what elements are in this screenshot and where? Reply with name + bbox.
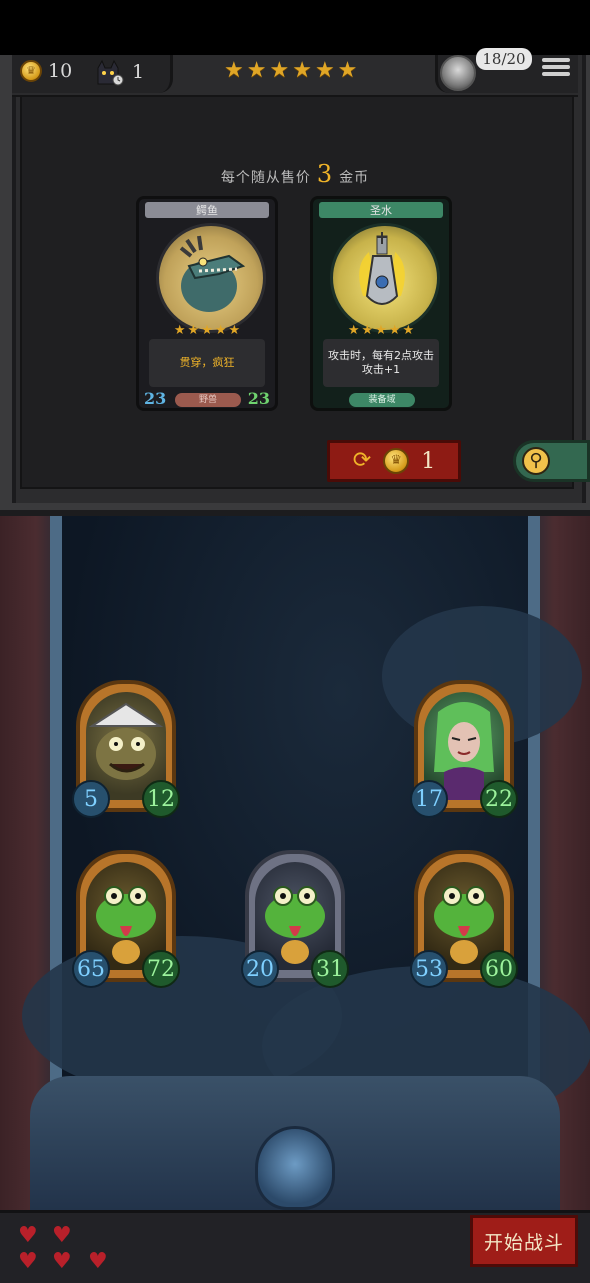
star-icon: ★ [201, 323, 213, 338]
card-tribe-tag: 野兽 [175, 393, 241, 407]
shop-panel [0, 55, 590, 516]
cat-amount: 1 [132, 61, 145, 83]
heart-icon: ♥ [52, 1249, 72, 1274]
star-icon: ★ [314, 58, 335, 83]
board-unit-medusa[interactable]: 17 22 [410, 680, 518, 818]
unit-health: 31 [311, 950, 349, 988]
board-unit-frog[interactable]: 65 72 [72, 850, 180, 988]
cat-counter: 1 [94, 58, 144, 86]
refresh-shop-button[interactable]: ⟳ 1 [327, 440, 461, 482]
gold-amount: 10 [48, 60, 73, 82]
card-type-tag: 装备域 [349, 393, 415, 407]
shop-card-crocodile[interactable]: 鳄鱼 ★ ★ ★ ★ ★ 贯穿，疯狂 野兽 23 23 [136, 196, 278, 411]
price-suffix: 金币 [339, 170, 370, 186]
card-description: 攻击时，每有2点攻击攻击+1 [323, 339, 439, 387]
board-unit-frog[interactable]: 20 31 [241, 850, 349, 988]
card-title: 鳄鱼 [196, 204, 218, 217]
heart-icon: ♥ [52, 1223, 72, 1248]
unit-health: 72 [142, 950, 180, 988]
gold-crown-coin-icon [20, 60, 42, 82]
star-icon: ★ [292, 58, 312, 83]
card-description: 贯穿，疯狂 [149, 339, 265, 387]
unit-attack: 5 [72, 780, 110, 818]
holy-water-portrait [330, 223, 440, 333]
star-icon: ★ [228, 323, 241, 338]
heart-icon: ♥ [18, 1223, 38, 1248]
shop-tray [20, 95, 574, 489]
board-unit-frog[interactable]: 53 60 [410, 850, 518, 988]
unit-health: 22 [480, 780, 518, 818]
eye-gem-ornament [255, 1126, 335, 1210]
star-icon: ★ [347, 323, 360, 338]
heart-icon: ♥ [88, 1249, 108, 1274]
unit-attack: 53 [410, 950, 448, 988]
search-icon: ⚲ [522, 447, 550, 475]
status-bar [0, 0, 590, 55]
unit-attack: 65 [72, 950, 110, 988]
unit-health: 12 [142, 780, 180, 818]
unit-attack: 20 [241, 950, 279, 988]
card-attack: 23 [144, 389, 167, 408]
gold-crown-coin-icon [383, 448, 410, 474]
star-icon: ★ [246, 58, 267, 83]
refresh-icon: ⟳ [352, 448, 372, 473]
population-count: 18/20 [476, 48, 532, 70]
star-icon: ★ [388, 323, 401, 338]
card-stars: ★ ★ ★ ★ ★ [313, 323, 449, 338]
star-icon: ★ [173, 323, 186, 338]
gold-counter: 10 [20, 60, 72, 82]
star-icon: ★ [224, 58, 244, 83]
cat-clock-icon [94, 58, 124, 86]
shop-card-holy-water[interactable]: 圣水 ★ ★ ★ ★ ★ 攻击时，每有2点攻击攻击+1 装备域 [310, 196, 452, 411]
star-icon: ★ [269, 58, 290, 83]
unit-attack: 17 [410, 780, 448, 818]
sell-price-info: 每个随从售价 3 金币 [0, 160, 590, 188]
player-avatar-icon[interactable] [440, 55, 476, 91]
price-value: 3 [316, 160, 334, 188]
star-icon: ★ [361, 323, 374, 338]
star-icon: ★ [214, 323, 227, 338]
star-icon: ★ [187, 323, 200, 338]
inspect-button[interactable]: ⚲ [513, 440, 590, 482]
hamburger-menu-icon[interactable] [542, 55, 570, 81]
heart-icon: ♥ [18, 1249, 38, 1274]
crocodile-portrait [156, 223, 266, 333]
card-title: 圣水 [370, 204, 392, 217]
tavern-tier-stars: ★ ★ ★ ★ ★ ★ [224, 58, 357, 84]
unit-health: 60 [480, 950, 518, 988]
star-icon: ★ [375, 323, 387, 338]
start-battle-button[interactable]: 开始战斗 [470, 1215, 578, 1267]
refresh-cost: 1 [421, 448, 436, 474]
price-prefix: 每个随从售价 [220, 170, 311, 186]
star-icon: ★ [337, 58, 358, 83]
star-icon: ★ [402, 323, 415, 338]
card-health: 23 [247, 389, 270, 408]
card-stars: ★ ★ ★ ★ ★ [139, 323, 275, 338]
board-unit-toad-shaman[interactable]: 5 12 [72, 680, 180, 818]
